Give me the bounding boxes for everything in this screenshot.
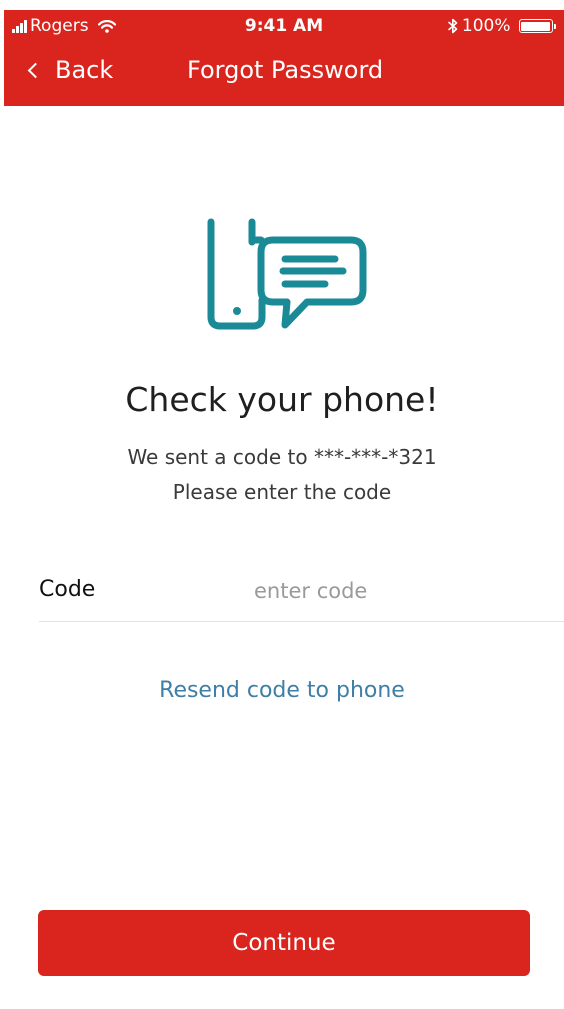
chevron-left-icon [27,62,44,79]
resend-code-link[interactable]: Resend code to phone [0,678,564,703]
back-button[interactable]: Back [27,56,114,84]
battery-percent: 100% [461,16,511,36]
back-label: Back [55,56,114,84]
phone-chat-icon [207,218,367,330]
continue-button[interactable]: Continue [38,910,530,976]
page-title: Forgot Password [187,56,384,84]
status-bar: Rogers 9:41 AM 100% [4,10,564,44]
sent-code-text: We sent a code to ***-***-*321 [127,445,437,469]
bluetooth-icon [448,18,458,34]
enter-code-instruction: Please enter the code [172,480,392,504]
status-right: 100% [448,16,556,36]
check-phone-heading: Check your phone! [125,380,439,419]
code-label: Code [39,577,96,602]
battery-icon [518,19,556,33]
app-header: Rogers 9:41 AM 100% Back Forgot Password [4,10,564,106]
navigation-bar: Back Forgot Password [4,44,564,106]
code-input[interactable] [254,574,454,608]
code-field-divider [39,621,564,622]
